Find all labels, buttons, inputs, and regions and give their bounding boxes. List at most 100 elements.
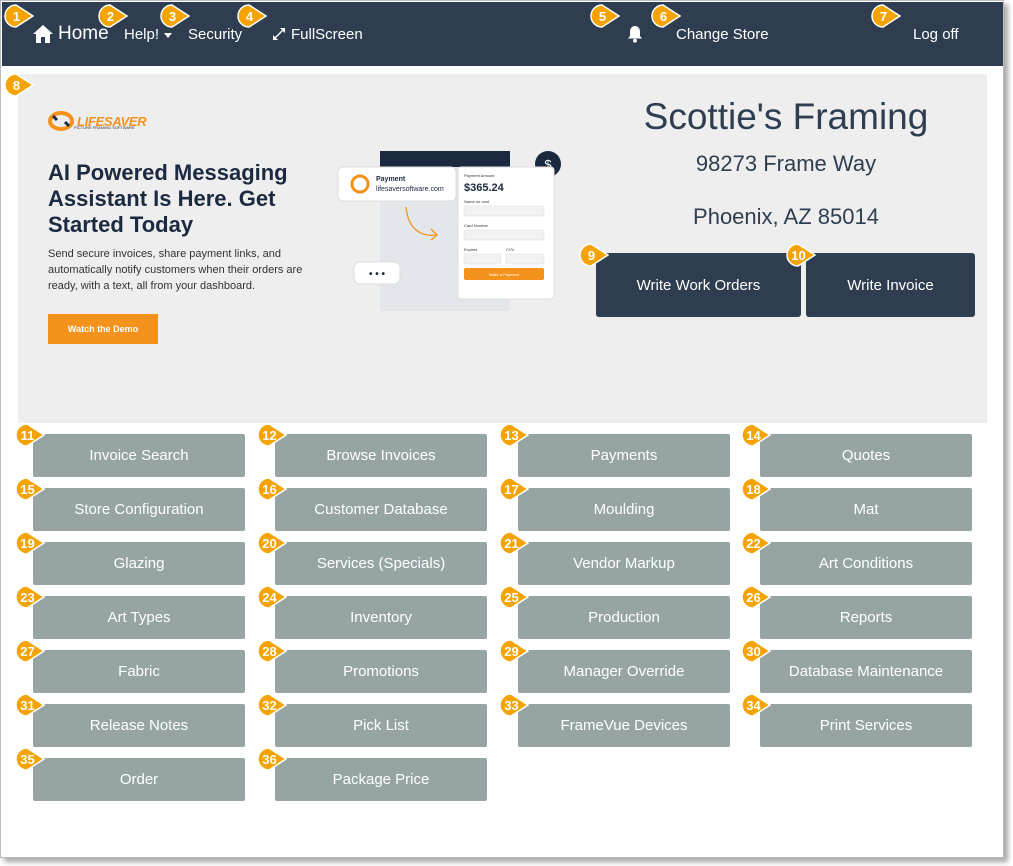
log-off-link[interactable]: Log off [913,2,959,66]
inventory-button[interactable]: Inventory [275,596,487,639]
callout-badge: 21 [499,531,529,555]
callout-badge: 8 [4,73,34,97]
badge-number: 9 [587,247,596,263]
package-price-button[interactable]: Package Price [275,758,487,801]
order-button[interactable]: Order [33,758,245,801]
art-types-button[interactable]: Art Types [33,596,245,639]
badge-number: 31 [20,697,35,713]
mat-button[interactable]: Mat [760,488,972,531]
expand-icon [273,28,285,40]
callout-badge: 6 [651,4,681,28]
promo-body: Send secure invoices, share payment link… [48,248,303,292]
store-address-line2: Phoenix, AZ 85014 [693,204,879,229]
card-amount: $365.24 [464,182,505,194]
callout-badge: 34 [741,693,771,717]
callout-badge: 7 [871,4,901,28]
invoice-search-button[interactable]: Invoice Search [33,434,245,477]
change-store-label: Change Store [676,25,769,43]
art-conditions-button[interactable]: Art Conditions [760,542,972,585]
badge-number: 12 [262,427,277,443]
promo-banner[interactable]: LIFESAVER PICTURE FRAMING SOFTWARE AI Po… [18,74,578,423]
callout-badge: 1 [4,4,34,28]
callout-badge: 16 [257,477,287,501]
change-store-link[interactable]: Change Store [676,2,769,66]
store-configuration-button[interactable]: Store Configuration [33,488,245,531]
vendor-markup-button[interactable]: Vendor Markup [518,542,730,585]
caret-down-icon [164,32,173,38]
fullscreen-label: FullScreen [291,25,363,43]
manager-override-button[interactable]: Manager Override [518,650,730,693]
log-off-label: Log off [913,25,959,43]
callout-badge: 27 [15,639,45,663]
dots-bubble: • • • [369,269,386,280]
callout-badge: 26 [741,585,771,609]
badge-number: 25 [504,589,519,605]
badge-number: 34 [746,697,761,713]
callout-badge: 28 [257,639,287,663]
promotions-button[interactable]: Promotions [275,650,487,693]
card-number-label: Card Number [464,223,489,228]
badge-number: 1 [12,8,21,24]
callout-badge: 33 [499,693,529,717]
badge-number: 20 [262,535,277,551]
callout-badge: 32 [257,693,287,717]
callout-badge: 11 [15,423,45,447]
write-work-orders-button[interactable]: Write Work Orders [596,253,801,317]
callout-badge: 12 [257,423,287,447]
moulding-button[interactable]: Moulding [518,488,730,531]
quotes-button[interactable]: Quotes [760,434,972,477]
database-maintenance-button[interactable]: Database Maintenance [760,650,972,693]
bell-icon [628,26,642,43]
browse-invoices-button[interactable]: Browse Invoices [275,434,487,477]
glazing-button[interactable]: Glazing [33,542,245,585]
fabric-button[interactable]: Fabric [33,650,245,693]
card-payment-site: lifesaversoftware.com [376,186,444,193]
badge-number: 28 [262,643,277,659]
write-invoice-button[interactable]: Write Invoice [806,253,975,317]
badge-number: 32 [262,697,277,713]
callout-badge: 35 [15,747,45,771]
badge-number: 4 [245,8,254,24]
banner-area: LIFESAVER PICTURE FRAMING SOFTWARE AI Po… [18,74,987,423]
pick-list-button[interactable]: Pick List [275,704,487,747]
badge-number: 27 [20,643,35,659]
security-label: Security [188,25,243,43]
customer-database-button[interactable]: Customer Database [275,488,487,531]
callout-badge: 15 [15,477,45,501]
badge-number: 8 [12,77,21,93]
reports-button[interactable]: Reports [760,596,972,639]
card-payment-label: Payment [376,176,406,183]
callout-badge: 22 [741,531,771,555]
services-specials-button[interactable]: Services (Specials) [275,542,487,585]
badge-number: 10 [791,247,806,263]
framevue-devices-button[interactable]: FrameVue Devices [518,704,730,747]
badge-number: 21 [504,535,519,551]
payment-illustration: $ Payment lifesaversoftware.com Payment … [337,151,561,311]
watch-demo-button[interactable]: Watch the Demo [48,314,158,344]
callout-badge: 25 [499,585,529,609]
lifesaver-logo: LIFESAVER PICTURE FRAMING SOFTWARE [48,111,147,131]
badge-number: 18 [746,481,761,497]
release-notes-button[interactable]: Release Notes [33,704,245,747]
lifesaver-logo-icon [48,111,74,131]
badge-number: 13 [504,427,519,443]
callout-badge: 14 [741,423,771,447]
notifications-button[interactable] [627,2,643,66]
production-button[interactable]: Production [518,596,730,639]
badge-number: 15 [20,481,35,497]
badge-number: 29 [504,643,519,659]
security-link[interactable]: Security [188,2,242,66]
badge-number: 2 [106,8,115,24]
callout-badge: 31 [15,693,45,717]
callout-badge: 30 [741,639,771,663]
callout-badge: 20 [257,531,287,555]
promo-headline: AI Powered Messaging Assistant Is Here. … [48,160,288,237]
badge-number: 33 [504,697,519,713]
print-services-button[interactable]: Print Services [760,704,972,747]
callout-badge: 36 [257,747,287,771]
callout-badge: 4 [237,4,267,28]
payments-button[interactable]: Payments [518,434,730,477]
callout-badge: 17 [499,477,529,501]
fullscreen-link[interactable]: FullScreen [271,2,363,66]
callout-badge: 2 [98,4,128,28]
